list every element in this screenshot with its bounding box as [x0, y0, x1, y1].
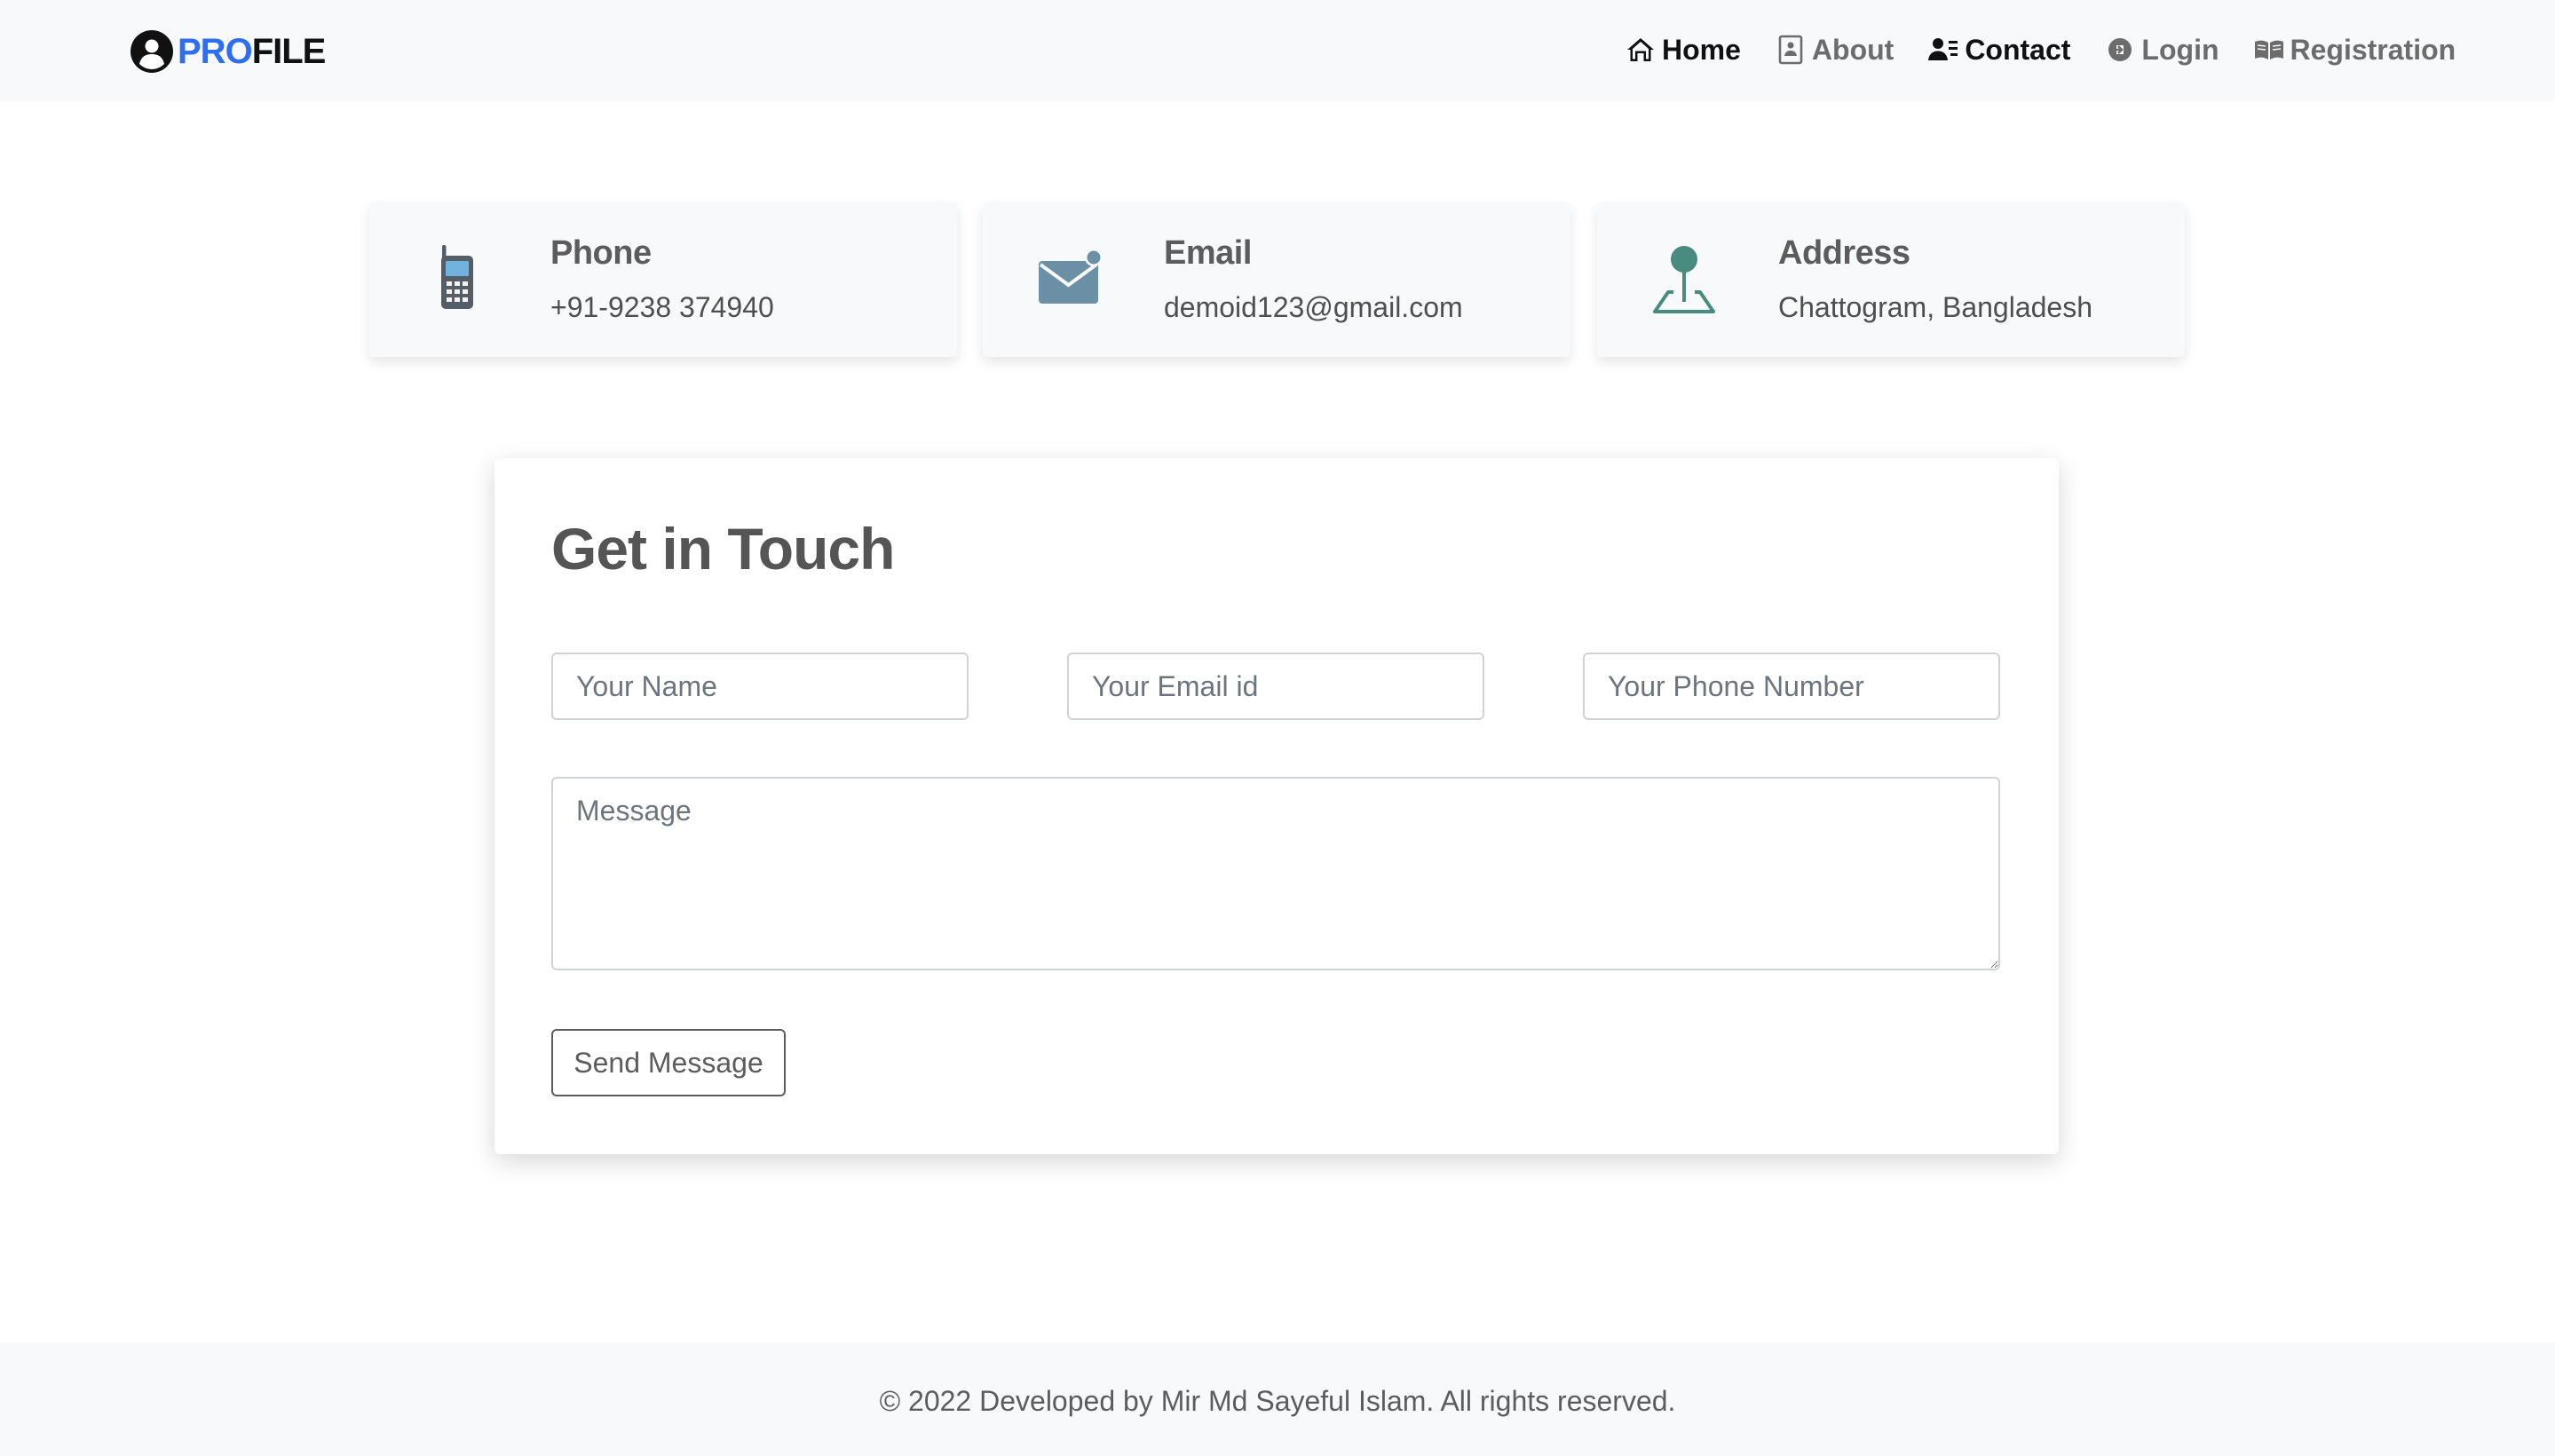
nav-link-label: Login [2141, 33, 2219, 66]
phone-card-title: Phone [550, 234, 652, 272]
form-title: Get in Touch [551, 516, 895, 582]
phone-input[interactable] [1583, 653, 2000, 720]
nav-link-label: About [1811, 33, 1894, 66]
footer: © 2022 Developed by Mir Md Sayeful Islam… [0, 1342, 2555, 1456]
phone-card-value: +91-9238 374940 [550, 291, 774, 323]
email-card-title: Email [1164, 234, 1252, 272]
book-icon [2254, 40, 2283, 59]
email-card: Email demoid123@gmail.com [983, 202, 1570, 357]
brand-name-pro: PRO [178, 32, 253, 71]
brand-name-file: FILE [251, 32, 327, 71]
message-textarea[interactable] [551, 777, 2000, 970]
navbar: PROFILE Home About Contact Login Registr… [0, 0, 2555, 101]
contact-form: Get in Touch Send Message [494, 458, 2059, 1154]
address-card-value: Chattogram, Bangladesh [1778, 291, 2092, 323]
home-icon [1627, 38, 1654, 61]
nav-link-label: Registration [2290, 33, 2456, 66]
nav-link-label: Contact [1965, 33, 2071, 66]
phone-card: Phone +91-9238 374940 [369, 202, 957, 357]
main-nav: Home About Contact Login Registration [1625, 27, 2456, 73]
address-card-title: Address [1778, 234, 1910, 272]
map-pin-icon [1653, 246, 1715, 313]
document-icon [1778, 35, 1803, 65]
footer-copyright: © 2022 Developed by Mir Md Sayeful Islam… [879, 1385, 1676, 1417]
send-message-button[interactable]: Send Message [551, 1029, 786, 1096]
nav-link-label: Home [1662, 33, 1741, 66]
email-input[interactable] [1067, 653, 1484, 720]
email-card-value: demoid123@gmail.com [1164, 291, 1463, 323]
brand-name: PROFILE [178, 27, 327, 76]
nav-link-home[interactable]: Home [1625, 34, 1741, 67]
user-circle-icon [131, 30, 173, 73]
nav-link-login[interactable]: Login [2104, 34, 2219, 67]
nav-link-registration[interactable]: Registration [2253, 34, 2456, 67]
contact-card-icon [1928, 38, 1958, 60]
name-input[interactable] [551, 653, 969, 720]
login-icon [2108, 38, 2132, 61]
mobile-phone-icon [441, 245, 473, 309]
brand-logo-link[interactable]: PROFILE [130, 27, 327, 76]
nav-link-contact[interactable]: Contact [1927, 34, 2070, 67]
address-card: Address Chattogram, Bangladesh [1597, 202, 2185, 357]
envelope-icon [1039, 249, 1103, 304]
nav-link-about[interactable]: About [1775, 34, 1894, 67]
